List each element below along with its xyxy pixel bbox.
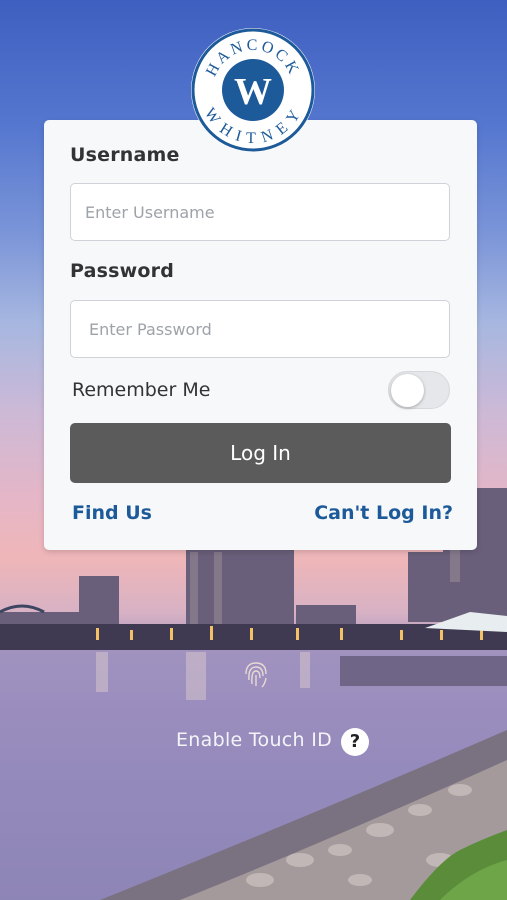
enable-touch-id-label[interactable]: Enable Touch ID	[176, 729, 332, 751]
hancock-whitney-logo: HANCOCK WHITNEY W	[191, 28, 315, 152]
remember-me-toggle[interactable]	[388, 371, 450, 409]
username-input[interactable]	[70, 183, 450, 241]
logo-monogram: W	[234, 71, 272, 113]
login-card: Username Password Remember Me Log In Fin…	[44, 120, 477, 550]
password-label: Password	[70, 260, 175, 282]
log-in-button[interactable]: Log In	[70, 423, 451, 483]
toggle-knob	[391, 374, 424, 407]
find-us-link[interactable]: Find Us	[72, 502, 152, 524]
remember-me-label: Remember Me	[72, 379, 211, 401]
password-input[interactable]	[70, 300, 450, 358]
cant-log-in-link[interactable]: Can't Log In?	[314, 502, 453, 524]
username-label: Username	[70, 144, 180, 166]
help-icon[interactable]: ?	[341, 728, 369, 756]
fingerprint-icon[interactable]	[242, 660, 270, 690]
